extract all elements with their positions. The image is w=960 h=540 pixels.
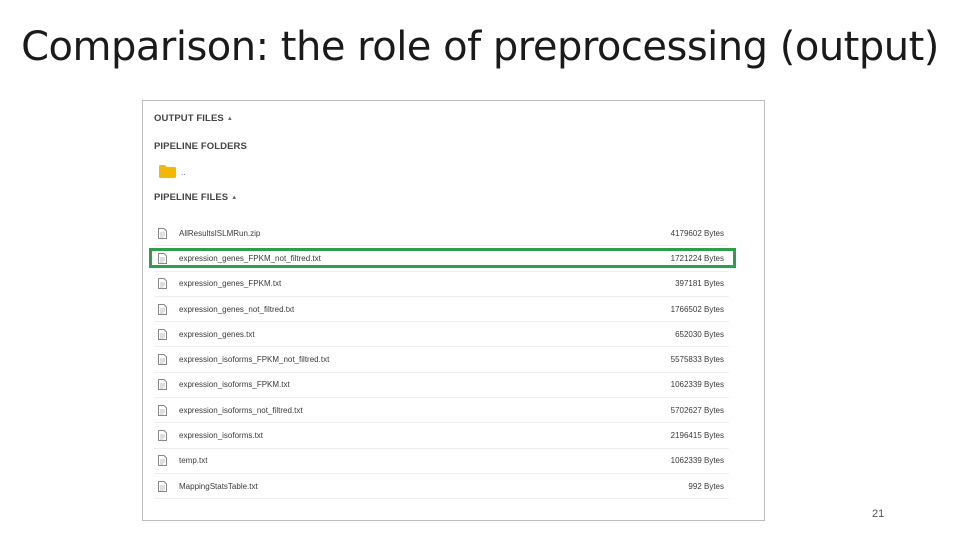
file-name-link[interactable]: expression_isoforms_FPKM.txt [179,380,671,389]
file-size: 1766502 Bytes [670,304,724,314]
file-icon [158,404,167,416]
output-files-panel: OUTPUT FILES ▲ PIPELINE FOLDERS .. PIPELI… [142,100,765,521]
file-icon [158,278,167,290]
file-row[interactable]: expression_genes_FPKM.txt 397181 Bytes [154,272,729,297]
page-number: 21 [872,508,885,520]
slide-title: Comparison: the role of preprocessing (o… [21,24,939,70]
file-name-link[interactable]: expression_isoforms_not_filtred.txt [179,406,671,415]
file-icon [158,328,167,340]
file-size: 397181 Bytes [675,279,724,289]
file-row[interactable]: expression_isoforms.txt 2196415 Bytes [154,423,729,449]
caret-up-icon: ▲ [231,195,238,201]
file-name-link[interactable]: expression_isoforms_FPKM_not_filtred.txt [179,355,671,364]
file-row[interactable]: expression_isoforms_FPKM_not_filtred.txt… [154,347,729,373]
pipeline-file-list: AllResultsISLMRun.zip 4179602 Bytes expres… [154,221,729,500]
folder-icon [159,164,176,178]
file-name-link[interactable]: expression_genes.txt [179,330,675,339]
pipeline-files-label: PIPELINE FILES [154,192,229,203]
file-size: 992 Bytes [688,481,724,491]
caret-up-icon: ▲ [226,116,233,122]
file-name-link[interactable]: temp.txt [179,456,671,465]
file-row[interactable]: expression_genes_FPKM_not_filtred.txt 172… [154,246,729,272]
file-size: 652030 Bytes [675,329,724,339]
file-row[interactable]: MappingStatsTable.txt 992 Bytes [154,474,729,500]
file-row[interactable]: temp.txt 1062339 Bytes [154,449,729,474]
file-icon [158,430,167,442]
file-row[interactable]: expression_isoforms_not_filtred.txt 57026… [154,398,729,424]
file-size: 1062339 Bytes [670,380,724,390]
file-row[interactable]: expression_genes.txt 652030 Bytes [154,322,729,348]
file-size: 1721224 Bytes [670,253,724,263]
file-icon [158,227,167,239]
file-name-link[interactable]: MappingStatsTable.txt [179,482,688,491]
folder-label: .. [181,167,186,177]
file-size: 5575833 Bytes [670,355,724,365]
pipeline-files-header[interactable]: PIPELINE FILES ▲ [154,192,237,203]
parent-folder-item[interactable]: .. [159,163,185,179]
file-size: 5702627 Bytes [670,405,724,415]
file-icon [158,252,167,264]
file-size: 4179602 Bytes [670,228,724,238]
output-files-header[interactable]: OUTPUT FILES ▲ [154,113,233,124]
file-name-link[interactable]: expression_isoforms.txt [179,431,671,440]
file-size: 1062339 Bytes [670,456,724,466]
file-row[interactable]: AllResultsISLMRun.zip 4179602 Bytes [154,221,729,247]
file-name-link[interactable]: expression_genes_FPKM.txt [179,279,675,288]
file-icon [158,303,167,315]
file-size: 2196415 Bytes [670,431,724,441]
file-icon [158,354,167,366]
output-files-label: OUTPUT FILES [154,113,224,124]
file-name-link[interactable]: expression_genes_FPKM_not_filtred.txt [179,254,671,263]
file-icon [158,379,167,391]
file-name-link[interactable]: expression_genes_not_filtred.txt [179,305,671,314]
file-row[interactable]: expression_isoforms_FPKM.txt 1062339 Byte… [154,373,729,399]
file-icon [158,455,167,467]
file-name-link[interactable]: AllResultsISLMRun.zip [179,229,671,238]
pipeline-folders-header: PIPELINE FOLDERS [154,141,247,152]
file-row[interactable]: expression_genes_not_filtred.txt 1766502 … [154,297,729,323]
file-icon [158,480,167,492]
